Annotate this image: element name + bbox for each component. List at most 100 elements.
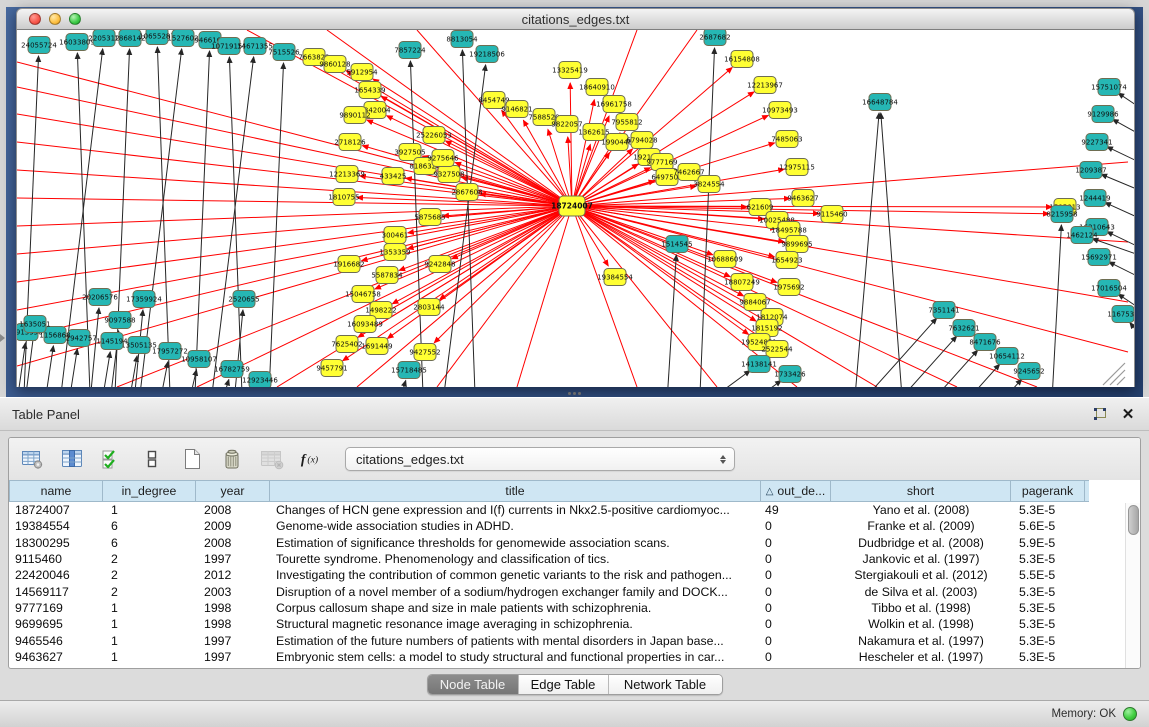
graph-node[interactable]: 1733426 [774, 366, 806, 383]
graph-node[interactable]: 1916682 [333, 256, 364, 273]
network-canvas[interactable]: 2522605339275058186328433425932750892756… [16, 30, 1135, 387]
citation-graph[interactable]: 2522605339275058186328433425932750892756… [17, 30, 1134, 387]
table-row[interactable]: 969969511998Structural magnetic resonanc… [9, 616, 1140, 632]
close-panel-button[interactable]: ✕ [1119, 405, 1137, 423]
graph-node[interactable]: 9884067 [739, 294, 770, 311]
graph-node[interactable]: 16154808 [724, 51, 760, 68]
graph-node[interactable]: 5912954 [346, 64, 378, 81]
graph-node[interactable]: 15046758 [345, 286, 381, 303]
graph-node[interactable]: 24055724 [21, 37, 57, 54]
graph-node[interactable]: 2867608 [451, 184, 482, 201]
graph-node[interactable]: 12213967 [747, 77, 783, 94]
window-resize-grip[interactable] [1103, 363, 1125, 385]
tab-node-table[interactable]: Node Table [428, 675, 519, 694]
tab-edge-table[interactable]: Edge Table [519, 675, 609, 694]
graph-node[interactable]: 1975692 [773, 279, 804, 296]
graph-node[interactable]: 2520655 [228, 291, 259, 308]
table-row[interactable]: 977716911998Corpus callosum shape and si… [9, 600, 1140, 616]
graph-node[interactable]: 1635051 [19, 316, 50, 333]
table-row[interactable]: 1872400712008Changes of HCN gene express… [9, 502, 1140, 518]
graph-node[interactable]: 14138141 [741, 356, 777, 373]
graph-node[interactable]: 7857224 [394, 42, 426, 59]
graph-node[interactable]: 16961758 [596, 96, 632, 113]
graph-node[interactable]: 12975115 [779, 159, 815, 176]
graph-node[interactable]: 19218506 [469, 46, 505, 63]
graph-node[interactable]: 9245652 [1013, 363, 1044, 380]
graph-node[interactable]: 9899695 [781, 236, 812, 253]
graph-node[interactable]: 12923446 [242, 372, 278, 388]
graph-node[interactable]: 20206576 [82, 289, 118, 306]
new-table-button[interactable] [179, 446, 205, 472]
graph-node[interactable]: 7632621 [948, 320, 979, 337]
table-row[interactable]: 911546021997Tourette syndrome. Phenomeno… [9, 551, 1140, 567]
graph-node[interactable]: 13325419 [552, 62, 588, 79]
graph-node[interactable]: 12213369 [329, 166, 365, 183]
select-columns-button[interactable] [99, 446, 125, 472]
tab-network-table[interactable]: Network Table [609, 675, 722, 694]
graph-node[interactable]: 7515526 [268, 44, 300, 61]
column-header-in_degree[interactable]: in_degree [103, 481, 196, 501]
graph-node[interactable]: 9427552 [409, 344, 440, 361]
graph-node[interactable]: 5587834 [371, 267, 403, 284]
graph-node[interactable]: 9890112 [339, 107, 370, 124]
graph-node[interactable]: 9242848 [424, 256, 455, 273]
table-scrollbar[interactable] [1125, 503, 1140, 668]
graph-node[interactable]: 5875685 [414, 209, 445, 226]
graph-node[interactable]: 1654923 [771, 252, 802, 269]
graph-node[interactable]: 1691449 [361, 338, 392, 355]
graph-node[interactable]: 10688609 [707, 251, 743, 268]
graph-node[interactable]: 300461 [382, 227, 409, 244]
graph-node[interactable]: 16648784 [862, 94, 898, 111]
graph-node[interactable]: 7625402 [331, 336, 362, 353]
graph-node[interactable]: 8471676 [969, 334, 1001, 351]
graph-node[interactable]: 9115460 [816, 206, 847, 223]
graph-node[interactable]: 8813054 [446, 31, 478, 48]
show-columns-button[interactable] [59, 446, 85, 472]
scrollbar-thumb[interactable] [1128, 505, 1139, 535]
table-row[interactable]: 946554611997Estimation of the future num… [9, 632, 1140, 648]
graph-node[interactable]: 7351141 [928, 302, 959, 319]
table-row[interactable]: 2242004622012Investigating the contribut… [9, 567, 1140, 583]
graph-node[interactable]: 17016504 [1091, 280, 1127, 297]
graph-node[interactable]: 9097588 [104, 312, 135, 329]
table-row[interactable]: 1456911722003Disruption of a novel membe… [9, 583, 1140, 599]
graph-node[interactable]: 3824554 [693, 176, 725, 193]
float-panel-button[interactable] [1091, 405, 1109, 423]
graph-node[interactable]: 15751074 [1091, 79, 1127, 96]
memory-status-icon[interactable] [1123, 707, 1137, 721]
graph-node[interactable]: 1810755 [328, 189, 359, 206]
column-header-short[interactable]: short [831, 481, 1011, 501]
graph-node[interactable]: 7955812 [611, 114, 642, 131]
column-header-year[interactable]: year [196, 481, 270, 501]
column-header-title[interactable]: title [270, 481, 761, 501]
graph-node[interactable]: 19384554 [597, 269, 633, 286]
graph-node[interactable]: 7485063 [771, 131, 802, 148]
graph-node[interactable]: 433425 [380, 168, 407, 185]
table-settings-button[interactable] [19, 446, 45, 472]
graph-node[interactable]: 1514545 [661, 236, 692, 253]
graph-node[interactable]: 1209387 [1075, 162, 1106, 179]
table-row[interactable]: 1830029562008Estimation of significance … [9, 535, 1140, 551]
graph-node[interactable]: 9327508 [433, 166, 464, 183]
graph-node[interactable]: 1244419 [1079, 190, 1110, 207]
row-height-button[interactable] [139, 446, 165, 472]
table-row[interactable]: 946362711997Embryonic stem cells: a mode… [9, 649, 1140, 665]
graph-node[interactable]: 8215958 [1046, 206, 1077, 223]
network-window-titlebar[interactable]: citations_edges.txt [16, 8, 1135, 30]
graph-node[interactable]: 1353359 [379, 244, 410, 261]
graph-node[interactable]: 2522544 [761, 341, 793, 358]
graph-node[interactable]: 1167533 [1107, 306, 1134, 323]
table-row[interactable]: 1938455462009Genome-wide association stu… [9, 518, 1140, 534]
function-builder-button[interactable]: f(x) [299, 446, 325, 472]
graph-node[interactable]: 9457791 [316, 360, 347, 377]
graph-node[interactable]: 18640910 [579, 79, 615, 96]
graph-node[interactable]: 9275646 [427, 150, 459, 167]
graph-node[interactable]: 1654339 [354, 82, 385, 99]
graph-node[interactable]: 6794028 [626, 132, 657, 149]
graph-node[interactable]: 9227341 [1081, 134, 1112, 151]
column-header-out_de[interactable]: △out_de... [761, 481, 831, 501]
delete-column-button[interactable] [259, 446, 285, 472]
graph-node[interactable]: 2687682 [699, 30, 730, 46]
column-header-name[interactable]: name [9, 481, 103, 501]
graph-node[interactable]: 9463627 [787, 190, 818, 207]
